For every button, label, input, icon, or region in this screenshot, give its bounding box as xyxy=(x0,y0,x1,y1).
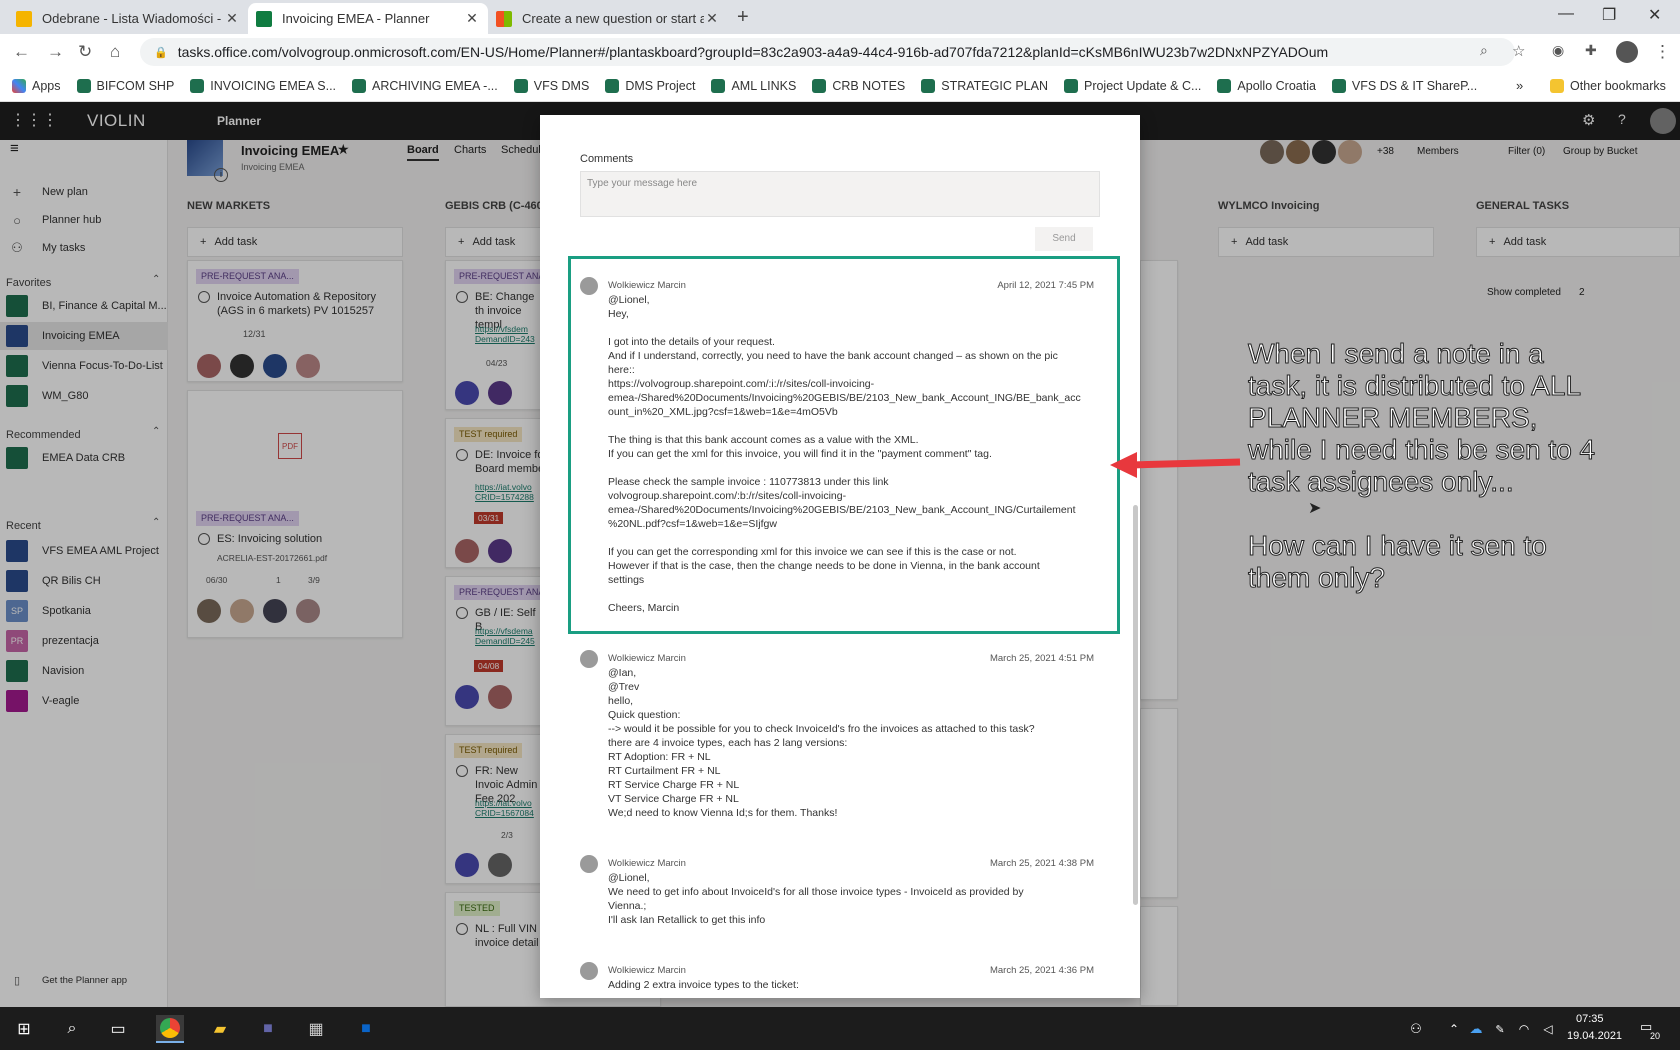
new-tab-button[interactable]: + xyxy=(737,6,749,29)
browser-tab[interactable]: Create a new question or start a c ✕ xyxy=(488,3,728,34)
sharepoint-icon xyxy=(513,78,528,93)
arrow-shaft xyxy=(1129,458,1241,469)
bookmark-item[interactable]: VFS DMS xyxy=(513,78,589,93)
bookmark-item[interactable]: DMS Project xyxy=(605,78,695,93)
close-tab-icon[interactable]: ✕ xyxy=(464,10,480,27)
comment-author: Wolkiewicz Marcin xyxy=(608,965,686,976)
puzzle-icon[interactable]: ✚ xyxy=(1585,42,1597,59)
bookmarks-bar: Apps BIFCOM SHP INVOICING EMEA S... ARCH… xyxy=(0,70,1680,102)
bookmark-item[interactable]: Project Update & C... xyxy=(1063,78,1201,93)
clock-time[interactable]: 07:35 xyxy=(1576,1013,1604,1025)
bookmark-item[interactable]: STRATEGIC PLAN xyxy=(921,78,1048,93)
browser-tab[interactable]: Odebrane - Lista Wiadomości - P ✕ xyxy=(8,3,248,34)
file-explorer-icon[interactable]: ▰ xyxy=(206,1015,234,1043)
clock-date[interactable]: 19.04.2021 xyxy=(1567,1030,1622,1042)
close-tab-icon[interactable]: ✕ xyxy=(704,10,720,27)
sharepoint-icon xyxy=(1063,78,1078,93)
sharepoint-icon xyxy=(190,78,205,93)
annotation-text: When I send a note in a task, it is dist… xyxy=(1247,338,1596,594)
annotation-arrow xyxy=(1110,452,1241,478)
send-button[interactable]: Send xyxy=(1035,227,1093,251)
lock-icon: 🔒 xyxy=(154,46,168,59)
teams-icon[interactable]: ■ xyxy=(254,1015,282,1043)
task-view-icon[interactable]: ▭ xyxy=(104,1015,132,1043)
sharepoint-icon xyxy=(1217,78,1232,93)
bookmark-apps[interactable]: Apps xyxy=(12,78,61,93)
comment-avatar xyxy=(580,855,598,873)
sharepoint-icon xyxy=(1331,78,1346,93)
comment-avatar xyxy=(580,962,598,980)
star-icon[interactable]: ☆ xyxy=(1512,42,1525,60)
browser-toolbar: ← → ↻ ⌂ 🔒 tasks.office.com/volvogroup.on… xyxy=(0,34,1680,70)
sharepoint-icon xyxy=(605,78,620,93)
url-text: tasks.office.com/volvogroup.onmicrosoft.… xyxy=(177,44,1329,60)
comment-avatar xyxy=(580,650,598,668)
apps-grid-icon xyxy=(12,78,26,93)
browser-tab-active[interactable]: Invoicing EMEA - Planner ✕ xyxy=(248,3,488,34)
address-bar[interactable]: 🔒 tasks.office.com/volvogroup.onmicrosof… xyxy=(140,38,1515,66)
other-bookmarks[interactable]: Other bookmarks xyxy=(1550,79,1666,93)
mail-icon xyxy=(16,10,32,27)
comment-author: Wolkiewicz Marcin xyxy=(608,858,686,869)
sharepoint-icon xyxy=(921,78,936,93)
bookmark-item[interactable]: ARCHIVING EMEA -... xyxy=(352,78,498,93)
bookmark-item[interactable]: BIFCOM SHP xyxy=(76,78,174,93)
sharepoint-icon xyxy=(76,78,91,93)
bookmark-item[interactable]: AML LINKS xyxy=(711,78,796,93)
people-icon[interactable]: ⚇ xyxy=(1402,1015,1430,1043)
comment-date: March 25, 2021 4:38 PM xyxy=(989,858,1094,869)
browser-tab-bar: Odebrane - Lista Wiadomości - P ✕ Invoic… xyxy=(0,0,1680,34)
arrow-head xyxy=(1110,452,1137,478)
minimize-icon[interactable]: — xyxy=(1558,5,1574,23)
zoom-icon[interactable]: ⌕ xyxy=(1480,42,1488,59)
reload-icon[interactable]: ↻ xyxy=(78,42,92,62)
mouse-cursor-icon: ➤ xyxy=(1308,500,1322,517)
folder-icon xyxy=(1550,79,1564,93)
extension-icon[interactable]: ◉ xyxy=(1552,42,1564,59)
chrome-icon[interactable] xyxy=(156,1015,184,1043)
comment-body: @Ian, @Trev hello, Quick question: --> w… xyxy=(608,667,1035,819)
home-icon[interactable]: ⌂ xyxy=(110,42,120,62)
comment-date: March 25, 2021 4:36 PM xyxy=(989,965,1094,976)
comment-input[interactable]: Type your message here xyxy=(580,171,1100,217)
more-bookmarks-icon[interactable]: » xyxy=(1516,78,1523,93)
volume-icon[interactable]: ◁ xyxy=(1534,1015,1562,1043)
windows-taskbar: ⊞ ⌕ ▭ ▰ ■ ▦ ■ ⚇ ⌃ ☁ ✎ ◠ ◁ 07:35 19.04.20… xyxy=(0,1007,1680,1050)
search-icon[interactable]: ⌕ xyxy=(58,1015,86,1043)
close-window-icon[interactable]: ✕ xyxy=(1648,5,1661,25)
highlight-box xyxy=(568,256,1120,634)
comment-date: March 25, 2021 4:51 PM xyxy=(989,653,1094,664)
comment-body: @Lionel, We need to get info about Invoi… xyxy=(608,872,1024,926)
bookmark-item[interactable]: VFS DS & IT ShareP... xyxy=(1331,78,1477,93)
calculator-icon[interactable]: ▦ xyxy=(302,1015,330,1043)
outlook-icon[interactable]: ■ xyxy=(352,1015,380,1043)
back-icon[interactable]: ← xyxy=(13,42,30,62)
comment-author: Wolkiewicz Marcin xyxy=(608,653,686,664)
comments-label: Comments xyxy=(580,153,634,165)
sharepoint-icon xyxy=(352,78,367,93)
notification-count: 20 xyxy=(1650,1031,1661,1041)
planner-icon xyxy=(256,10,272,27)
scrollbar-thumb[interactable] xyxy=(1133,505,1138,905)
windows-start-icon[interactable]: ⊞ xyxy=(10,1015,38,1043)
profile-avatar[interactable] xyxy=(1616,41,1638,63)
microsoft-icon xyxy=(496,10,512,27)
bookmark-item[interactable]: CRB NOTES xyxy=(812,78,905,93)
sharepoint-icon xyxy=(711,78,726,93)
maximize-icon[interactable]: ❐ xyxy=(1602,5,1616,25)
close-tab-icon[interactable]: ✕ xyxy=(224,10,240,27)
bookmark-item[interactable]: INVOICING EMEA S... xyxy=(190,78,336,93)
sharepoint-icon xyxy=(812,78,827,93)
menu-dots-icon[interactable]: ⋮ xyxy=(1654,42,1671,62)
forward-icon[interactable]: → xyxy=(47,42,64,62)
comment-body: Adding 2 extra invoice types to the tick… xyxy=(608,979,799,991)
bookmark-item[interactable]: Apollo Croatia xyxy=(1217,78,1316,93)
